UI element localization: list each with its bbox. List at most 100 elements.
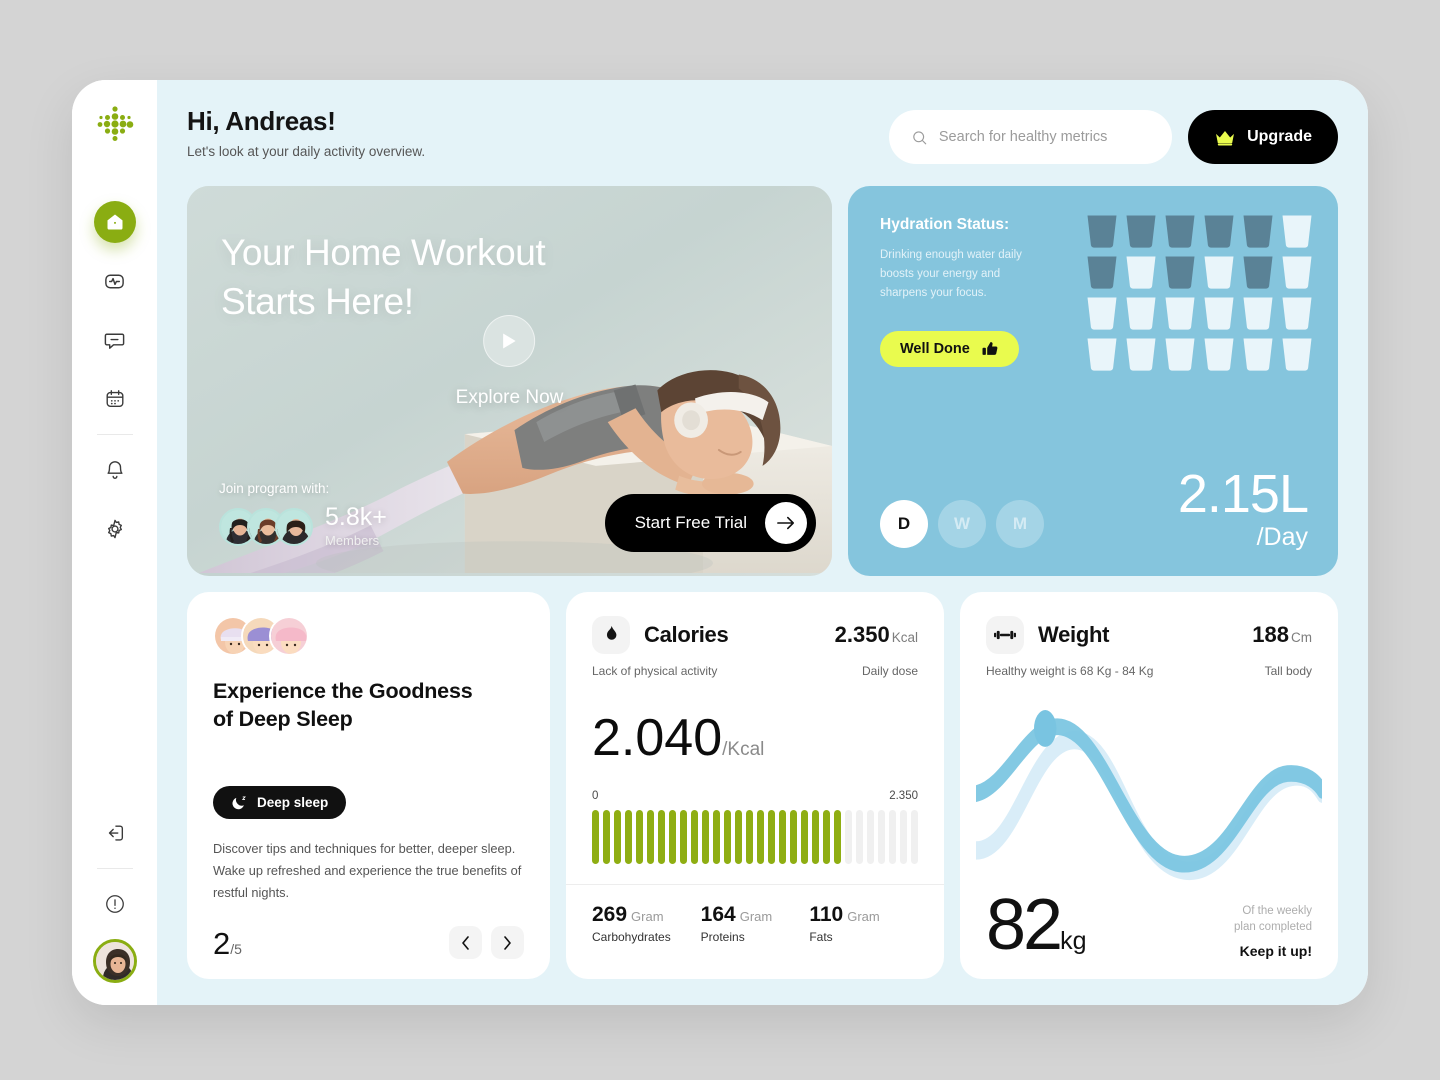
sidebar-item-calendar[interactable] — [94, 378, 136, 420]
workout-hero-card[interactable]: Your Home Workout Starts Here! Explore N… — [187, 186, 832, 576]
hydration-cup-24[interactable] — [1280, 337, 1314, 371]
calories-bar-2 — [602, 810, 611, 864]
calories-subtitles: Lack of physical activity Daily dose — [592, 664, 918, 678]
search-icon — [913, 130, 927, 144]
macro-value: 164 Gram — [700, 903, 773, 926]
sidebar-nav-primary — [93, 201, 136, 420]
cup-icon — [1282, 256, 1312, 289]
top-row: Your Home Workout Starts Here! Explore N… — [187, 186, 1338, 576]
hydration-cup-13[interactable] — [1085, 296, 1119, 330]
hydration-cup-18[interactable] — [1280, 296, 1314, 330]
calories-bar-28 — [888, 810, 897, 864]
well-done-badge[interactable]: Well Done — [880, 330, 1019, 367]
hydration-period-d[interactable]: D — [880, 500, 928, 548]
deep-sleep-chip-label: Deep sleep — [257, 795, 329, 810]
macro-unit: Gram — [739, 909, 773, 924]
sleep-prev-button[interactable] — [449, 926, 482, 959]
hydration-cup-3[interactable] — [1163, 214, 1197, 248]
sidebar-item-activity[interactable] — [94, 260, 136, 302]
sidebar-item-help[interactable] — [94, 883, 136, 925]
weight-target-value: 188 — [1252, 622, 1289, 647]
hydration-cup-22[interactable] — [1202, 337, 1236, 371]
hydration-cup-8[interactable] — [1124, 255, 1158, 289]
user-avatar[interactable] — [92, 939, 137, 983]
cup-icon — [1243, 338, 1273, 371]
sidebar-item-home[interactable] — [93, 201, 136, 243]
calories-sub-left: Lack of physical activity — [592, 664, 718, 678]
sleep-next-button[interactable] — [491, 926, 524, 959]
sidebar-item-notifications[interactable] — [94, 449, 136, 491]
hydration-cup-23[interactable] — [1241, 337, 1275, 371]
hydration-period-w[interactable]: W — [938, 500, 986, 548]
hydration-cup-12[interactable] — [1280, 255, 1314, 289]
weight-trend-chart — [970, 690, 1328, 891]
member-avatar-stack[interactable] — [219, 507, 313, 546]
hydration-cup-2[interactable] — [1124, 214, 1158, 248]
sleep-avatar-stack[interactable] — [213, 616, 524, 656]
moon-icon — [232, 796, 246, 809]
sleep-title: Experience the Goodness of Deep Sleep — [213, 678, 524, 734]
hydration-cup-6[interactable] — [1280, 214, 1314, 248]
hydration-period-m[interactable]: M — [996, 500, 1044, 548]
calories-progress-block: 0 2.350 — [592, 790, 919, 864]
hero-title-line1: Your Home Workout — [221, 232, 546, 273]
hydration-cup-10[interactable] — [1202, 255, 1236, 289]
hydration-cup-15[interactable] — [1163, 296, 1197, 330]
explore-now-control[interactable]: Explore Now — [456, 314, 563, 409]
calories-bar-29 — [899, 810, 908, 864]
cup-icon — [1165, 256, 1195, 289]
hydration-cup-9[interactable] — [1163, 255, 1197, 289]
weight-value-block: 82kg — [986, 889, 1087, 961]
sleep-page-indicator: 2/5 — [213, 928, 242, 959]
deep-sleep-chip[interactable]: Deep sleep — [213, 786, 347, 819]
hydration-cup-11[interactable] — [1241, 255, 1275, 289]
macro-item-carbohydrates: 269 Gram Carbohydrates — [592, 903, 701, 944]
header-actions: Upgrade — [889, 106, 1338, 164]
sidebar-item-messages[interactable] — [94, 319, 136, 361]
calories-bar-3 — [613, 810, 622, 864]
play-button[interactable] — [483, 314, 536, 367]
hydration-cup-16[interactable] — [1202, 296, 1236, 330]
calories-bar-12 — [712, 810, 721, 864]
sidebar-item-settings[interactable] — [94, 508, 136, 550]
greeting-block: Hi, Andreas! Let's look at your daily ac… — [187, 106, 425, 159]
weight-title: Weight — [1038, 622, 1110, 647]
hydration-cup-17[interactable] — [1241, 296, 1275, 330]
cup-icon — [1165, 297, 1195, 330]
hydration-cup-19[interactable] — [1085, 337, 1119, 371]
calories-bar-4 — [624, 810, 633, 864]
weight-wave-svg — [970, 710, 1328, 880]
home-icon — [107, 214, 122, 230]
sidebar — [72, 80, 157, 1005]
hydration-period-toggle: DWM — [880, 500, 1044, 548]
hydration-cup-20[interactable] — [1124, 337, 1158, 371]
calories-bar-chart — [592, 810, 919, 864]
logout-icon — [108, 825, 123, 841]
sidebar-item-logout[interactable] — [94, 812, 136, 854]
hydration-cup-7[interactable] — [1085, 255, 1119, 289]
hydration-cup-21[interactable] — [1163, 337, 1197, 371]
dot-diamond-logo[interactable] — [92, 103, 138, 149]
search-bar[interactable] — [889, 110, 1173, 164]
page-subtitle: Let's look at your daily activity overvi… — [187, 144, 426, 159]
sleep-footer: 2/5 — [213, 904, 524, 959]
cup-icon — [1126, 256, 1156, 289]
hydration-cup-14[interactable] — [1124, 296, 1158, 330]
hydration-cup-5[interactable] — [1241, 214, 1275, 248]
macro-label: Fats — [809, 930, 833, 944]
deep-sleep-card: Experience the Goodness of Deep Sleep De… — [187, 592, 550, 979]
macro-value: 110 Gram — [809, 903, 880, 926]
start-free-trial-button[interactable]: Start Free Trial — [604, 494, 816, 552]
weight-subtitles: Healthy weight is 68 Kg - 84 Kg Tall bod… — [986, 664, 1312, 678]
hydration-cup-1[interactable] — [1085, 214, 1119, 248]
hydration-card: Hydration Status: Drinking enough water … — [848, 186, 1338, 576]
app-window: Hi, Andreas! Let's look at your daily ac… — [72, 80, 1368, 1005]
hydration-cup-4[interactable] — [1202, 214, 1236, 248]
upgrade-button[interactable]: Upgrade — [1188, 110, 1338, 164]
search-input[interactable] — [938, 129, 1151, 145]
calories-bar-23 — [833, 810, 842, 864]
dumbbell-icon — [986, 616, 1024, 654]
sleep-spacer — [213, 734, 524, 786]
weight-header-left: Weight — [986, 616, 1109, 654]
chat-bubble-icon — [104, 333, 125, 349]
